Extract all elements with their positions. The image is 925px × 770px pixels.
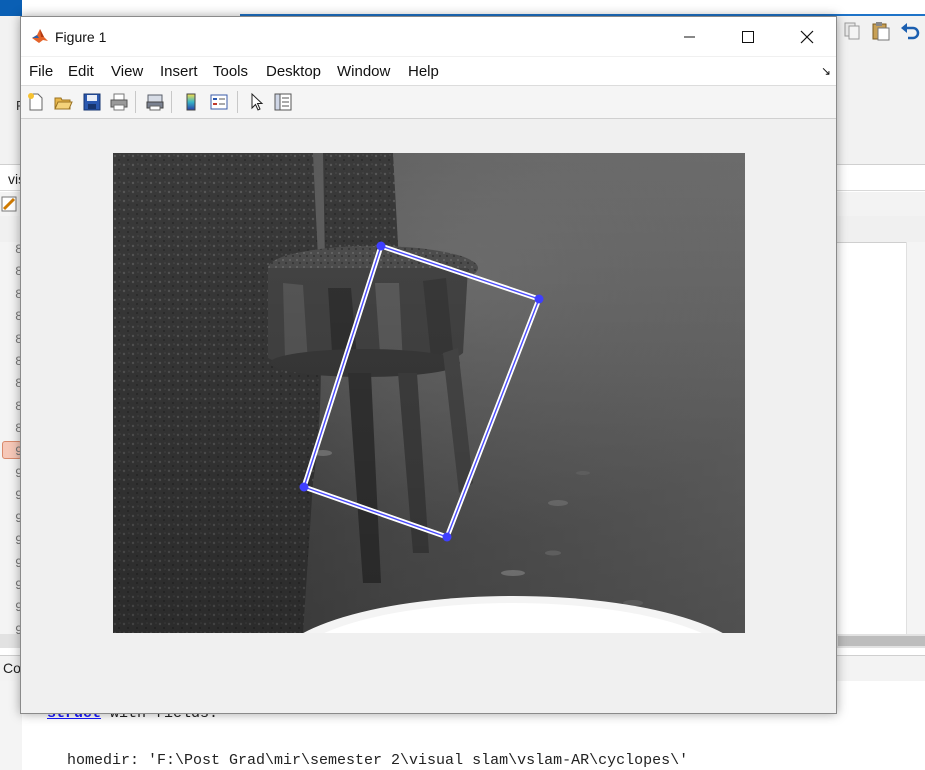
menu-tools[interactable]: Tools [213, 63, 248, 80]
menu-view[interactable]: View [111, 63, 143, 80]
editor-vertical-scrollbar[interactable] [906, 242, 925, 634]
toolbar-separator [171, 91, 172, 113]
figure-title-bar[interactable] [21, 17, 836, 56]
matlab-logo-icon [32, 29, 48, 43]
scrollbar-thumb[interactable] [838, 636, 925, 646]
menu-insert[interactable]: Insert [160, 63, 198, 80]
menu-help[interactable]: Help [408, 63, 439, 80]
corner-marker [442, 532, 452, 542]
property-editor-icon[interactable] [273, 92, 293, 112]
corner-marker [299, 482, 309, 492]
print-preview-icon[interactable] [145, 92, 165, 112]
command-window-title: Co [3, 660, 21, 676]
close-icon[interactable] [784, 17, 830, 56]
minimize-icon[interactable] [666, 17, 712, 56]
paste-icon[interactable] [870, 20, 892, 42]
maximize-icon[interactable] [724, 17, 770, 56]
menu-desktop[interactable]: Desktop [266, 63, 321, 80]
figure-title: Figure 1 [55, 29, 107, 45]
undo-icon[interactable] [899, 20, 921, 42]
dock-arrow-icon[interactable]: ↘ [821, 64, 831, 78]
menu-edit[interactable]: Edit [68, 63, 94, 80]
corner-marker [534, 294, 544, 304]
toolbar-separator [237, 91, 238, 113]
underwater-image [113, 153, 745, 633]
colorbar-icon[interactable] [181, 92, 201, 112]
command-window-margin [0, 681, 22, 770]
menu-file[interactable]: File [29, 63, 53, 80]
open-icon[interactable] [53, 92, 73, 112]
pointer-icon[interactable] [247, 92, 267, 112]
command-output-homedir: homedir: 'F:\Post Grad\mir\semester 2\vi… [67, 752, 689, 769]
figure-window[interactable]: Figure 1 File Edit View Insert Tools Des… [20, 16, 837, 714]
copy-icon[interactable] [841, 20, 863, 42]
save-icon[interactable] [82, 92, 102, 112]
figure-toolbar [21, 85, 836, 119]
new-figure-icon[interactable] [26, 92, 46, 112]
print-icon[interactable] [109, 92, 129, 112]
editor-icon[interactable] [1, 195, 18, 212]
menu-window[interactable]: Window [337, 63, 390, 80]
toolbar-separator [135, 91, 136, 113]
desktop-accent-left [0, 0, 22, 16]
image-axes[interactable] [113, 153, 745, 633]
legend-icon[interactable] [209, 92, 229, 112]
corner-marker [376, 241, 386, 251]
